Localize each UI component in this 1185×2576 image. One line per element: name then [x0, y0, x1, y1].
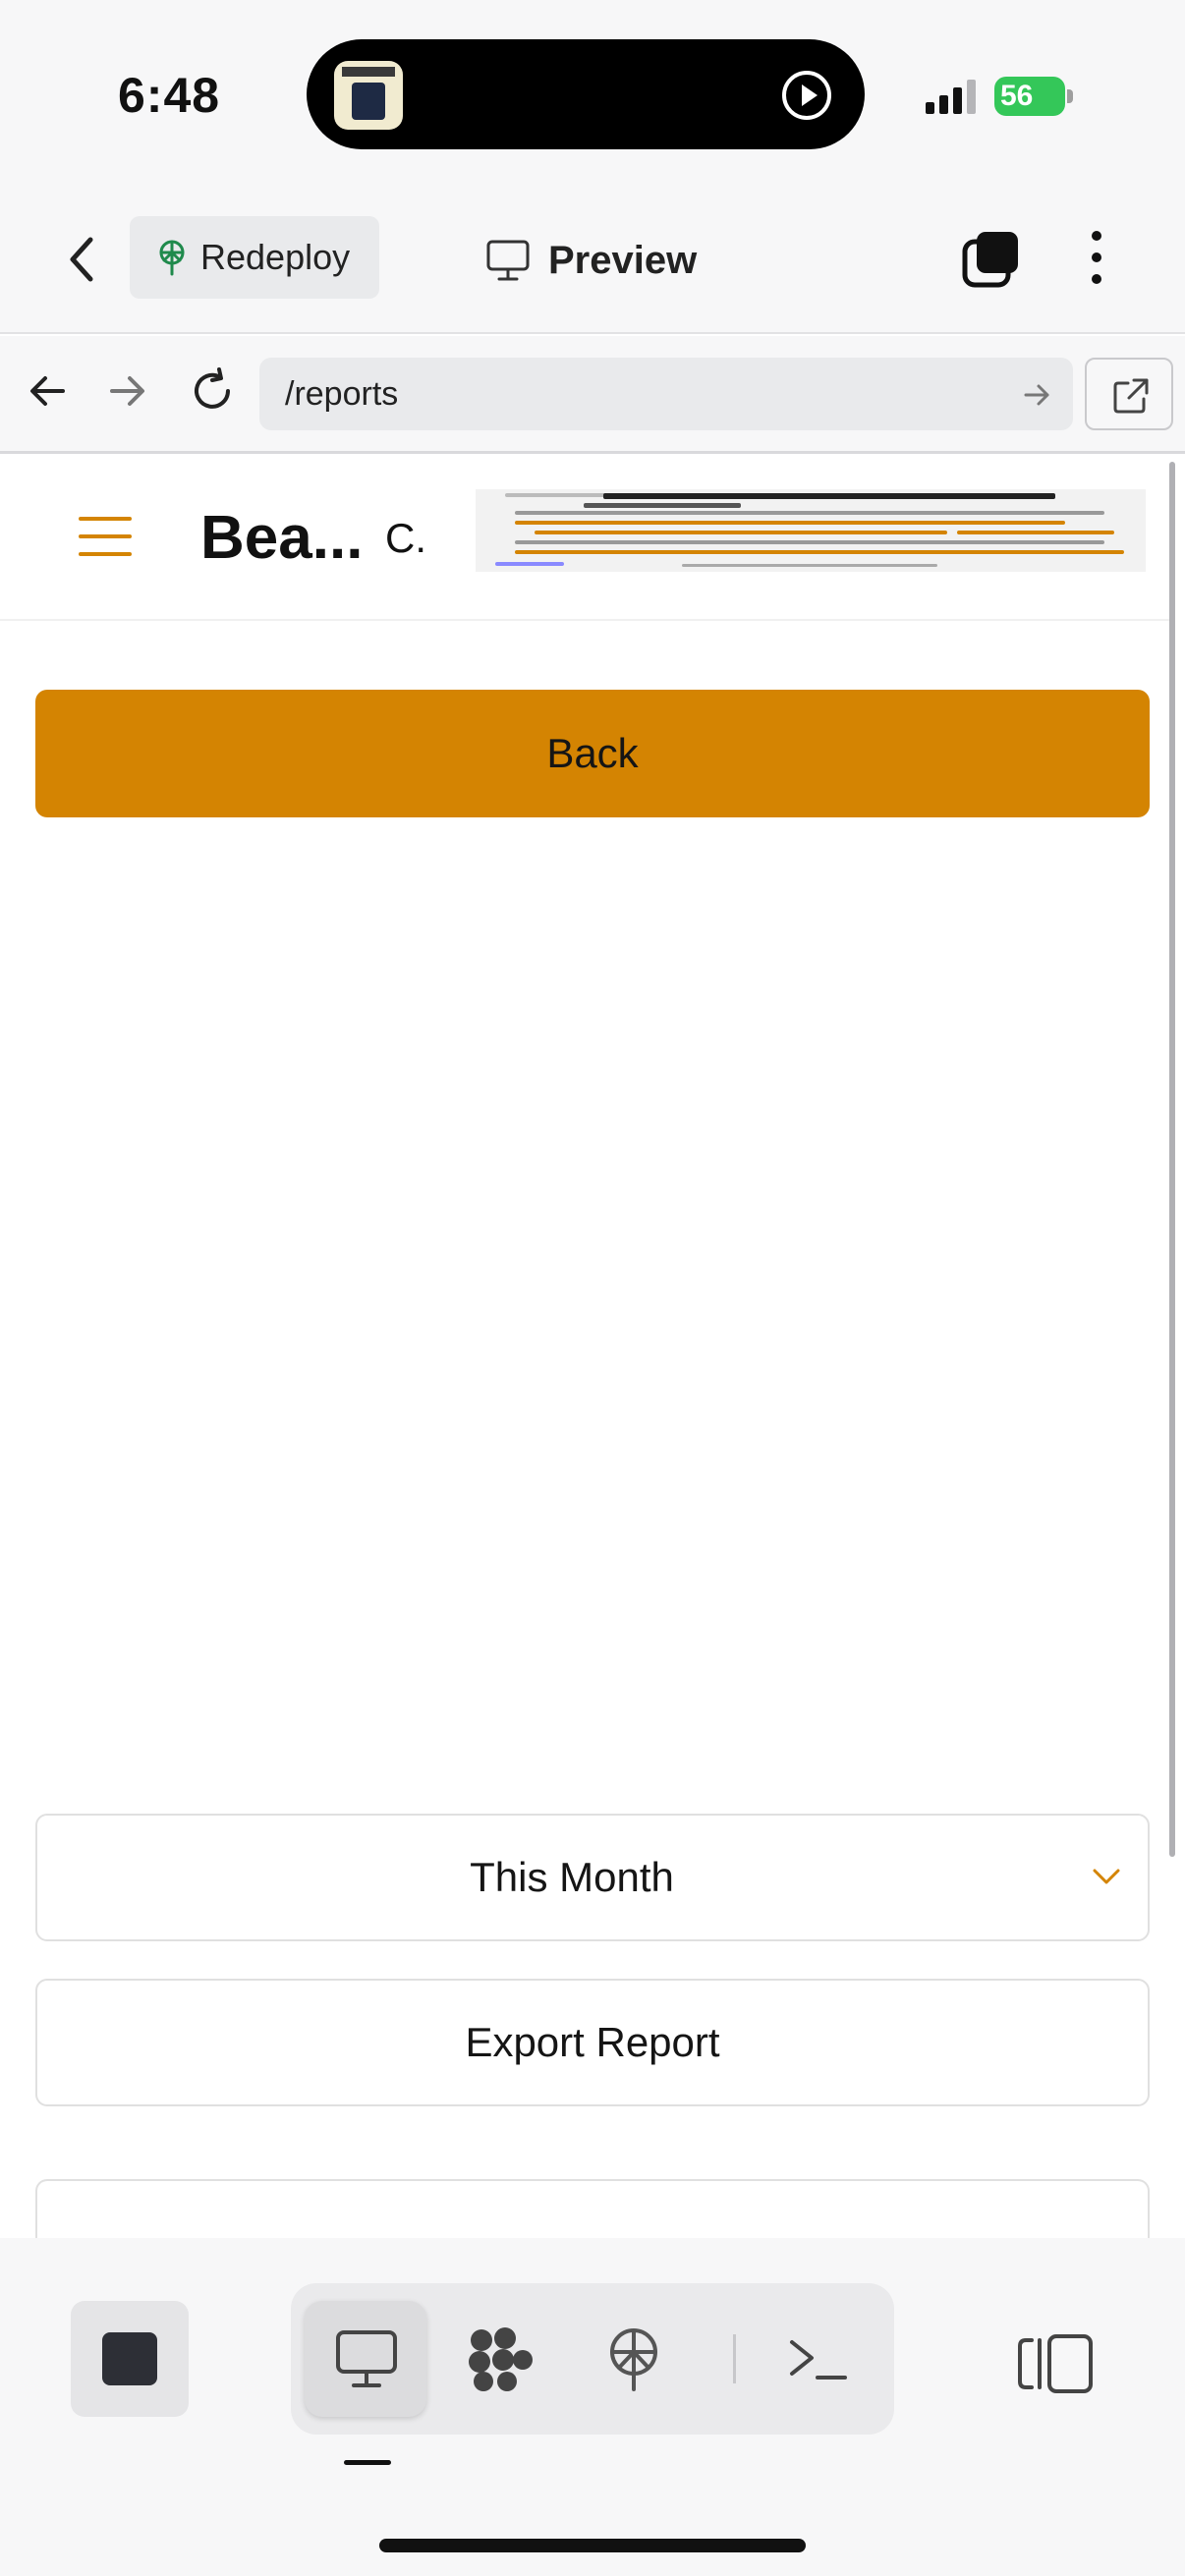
monitor-icon — [486, 240, 530, 281]
external-link-icon — [1113, 378, 1149, 414]
workflow-icon — [469, 2327, 533, 2391]
browser-url-row — [0, 336, 1185, 454]
clock: 6:48 — [118, 68, 221, 123]
site-header: Bea... C. — [0, 454, 1169, 621]
stop-icon — [102, 2332, 157, 2385]
site-subtitle: C. — [385, 515, 424, 561]
redeploy-icon — [159, 240, 185, 276]
now-playing-artwork — [334, 61, 403, 130]
cellular-signal-icon — [926, 80, 976, 114]
scrollbar[interactable] — [1169, 462, 1175, 1857]
terminal-tab[interactable] — [757, 2301, 878, 2417]
tabs-icon[interactable] — [961, 228, 1022, 289]
dynamic-island[interactable] — [307, 39, 865, 149]
battery-level: 56 — [994, 77, 1065, 116]
chevron-down-icon — [1093, 1869, 1120, 1884]
active-tab-indicator — [344, 2460, 391, 2465]
chevron-left-icon[interactable] — [57, 230, 108, 289]
go-arrow-icon[interactable] — [1022, 379, 1053, 411]
back-button[interactable]: Back — [35, 690, 1150, 817]
panel-toggle-icon[interactable] — [1016, 2332, 1095, 2395]
period-selected-value: This Month — [470, 1854, 674, 1900]
overlay-screenshot-thumbnail — [476, 489, 1146, 572]
workflow-tab[interactable] — [438, 2301, 560, 2417]
arrow-right-icon[interactable] — [106, 369, 149, 413]
deploy-tab[interactable] — [572, 2301, 694, 2417]
terminal-icon — [790, 2340, 847, 2380]
export-report-button[interactable]: Export Report — [35, 1979, 1150, 2106]
monitor-icon — [336, 2330, 397, 2387]
toolbar-divider — [733, 2334, 736, 2383]
redeploy-button[interactable]: Redeploy — [130, 216, 379, 299]
reload-icon[interactable] — [187, 365, 238, 417]
arrow-left-icon[interactable] — [26, 369, 69, 413]
deploy-icon — [610, 2328, 657, 2391]
battery-indicator: 56 — [994, 77, 1073, 116]
home-indicator — [379, 2539, 806, 2552]
url-field[interactable] — [259, 358, 1073, 430]
more-vertical-icon[interactable] — [1077, 226, 1116, 289]
status-bar: 6:48 56 — [0, 0, 1185, 187]
bottom-toolbar — [0, 2238, 1185, 2576]
stop-button[interactable] — [71, 2301, 189, 2417]
view-switcher — [291, 2283, 894, 2435]
url-input[interactable] — [285, 358, 973, 430]
app-header: Redeploy Preview — [0, 187, 1185, 334]
period-select[interactable]: This Month — [35, 1814, 1150, 1941]
open-external-button[interactable] — [1085, 358, 1173, 430]
hamburger-icon[interactable] — [79, 515, 132, 558]
preview-title[interactable]: Preview — [485, 226, 697, 295]
play-icon[interactable] — [780, 69, 833, 122]
redeploy-label: Redeploy — [200, 237, 351, 277]
site-title: Bea... — [200, 504, 364, 572]
preview-tab[interactable] — [305, 2301, 426, 2417]
